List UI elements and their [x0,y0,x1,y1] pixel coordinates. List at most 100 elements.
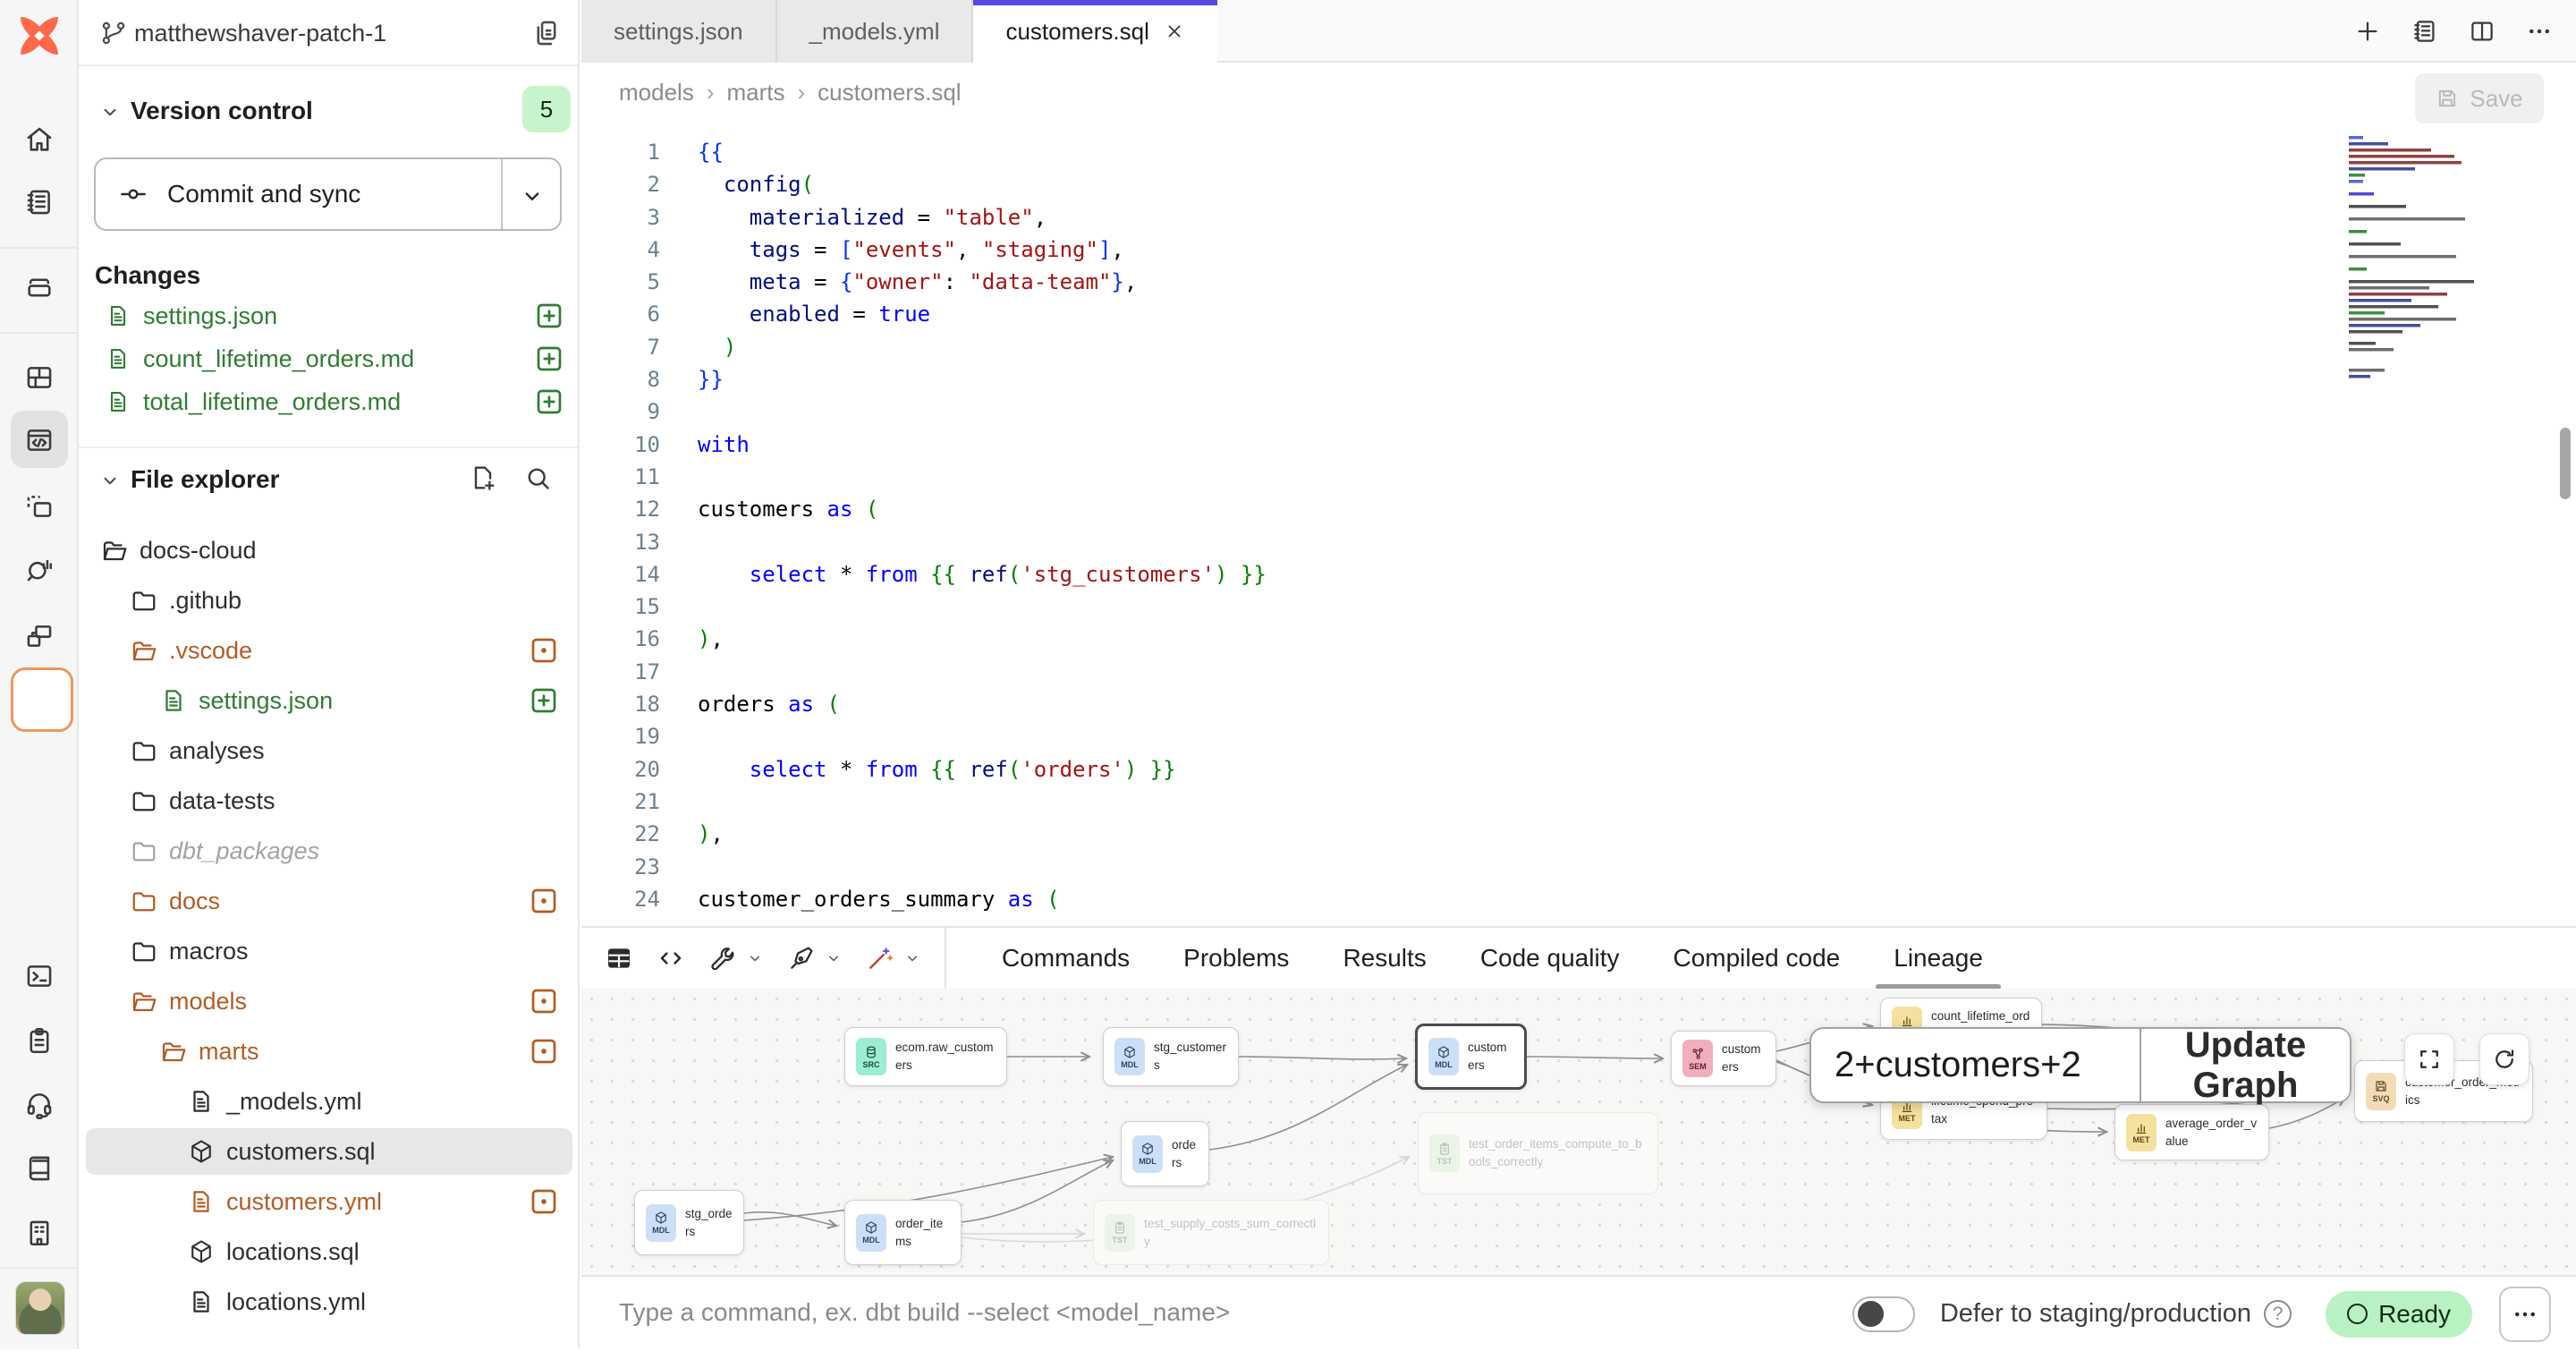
lineage-canvas[interactable]: SRCecom.raw_customers MDLstg_customers MDL… [581,989,2576,1275]
cube-icon [1436,1045,1451,1059]
node-type-label: SRC [862,1060,879,1069]
file-tree-item[interactable]: analyses [86,727,572,774]
editor-tab[interactable]: _models.yml [777,0,974,63]
panel-tab-problems[interactable]: Problems [1157,927,1316,990]
commit-dropdown-chevron-icon[interactable] [519,183,546,209]
save-button[interactable]: Save [2415,73,2544,123]
rail-item-terminal[interactable] [0,945,79,1007]
changed-file-row[interactable]: total_lifetime_orders.md [86,381,572,422]
close-icon[interactable] [1164,21,1185,42]
commit-button-divider [501,159,503,229]
new-file-icon[interactable] [469,463,497,492]
file-list-icon[interactable] [2411,18,2438,45]
panel-tab-lineage[interactable]: Lineage [1867,927,2010,990]
rail-item-insight[interactable] [0,539,79,601]
lineage-node[interactable]: SEMcustomers [1671,1031,1776,1086]
file-tree-item[interactable]: settings.json [86,677,572,724]
new-tab-icon[interactable] [2354,18,2381,45]
breadcrumb-segment[interactable]: customers.sql [818,79,961,106]
chevron-down-icon[interactable] [98,100,122,123]
chevron-down-icon[interactable] [903,949,921,967]
rail-item-tray[interactable] [0,256,79,319]
code-line: orders as ( [698,688,1267,720]
file-tree-item[interactable]: marts [86,1028,572,1075]
code-line: config( [698,168,1267,200]
rail-item-windows[interactable] [0,605,79,667]
more-actions-button[interactable] [2499,1287,2551,1342]
rail-item-home[interactable] [0,108,79,171]
file-tree-item[interactable]: customers.yml [86,1178,572,1225]
breadcrumb-segment[interactable]: marts [727,79,785,106]
commit-and-sync-button[interactable]: Commit and sync [94,157,562,231]
format-icon[interactable] [787,944,816,973]
editor-tab[interactable]: settings.json [581,0,777,63]
rail-item-book[interactable] [0,1137,79,1200]
compile-code-icon[interactable] [657,944,685,973]
defer-toggle[interactable] [1852,1296,1915,1332]
panel-tab-compiled-code[interactable]: Compiled code [1646,927,1867,990]
editor-minimap[interactable] [2343,134,2500,394]
rail-item-notebook[interactable] [0,171,79,234]
chevron-down-icon[interactable] [98,469,122,492]
file-tree-item[interactable]: dbt_packages [86,828,572,874]
split-editor-icon[interactable] [2469,18,2496,45]
changed-file-row[interactable]: settings.json [86,295,572,336]
panel-tab-commands[interactable]: Commands [975,927,1157,990]
build-wrench-icon[interactable] [708,944,737,973]
chevron-down-icon[interactable] [825,949,843,967]
node-name: order_items [895,1215,950,1250]
rail-item-code-window[interactable] [0,409,79,472]
file-tree-item[interactable]: macros [86,928,572,974]
lineage-node[interactable]: METaverage_order_value [2114,1104,2269,1160]
rail-item-grid[interactable] [0,346,79,409]
changed-file-row[interactable]: count_lifetime_orders.md [86,338,572,379]
lineage-node[interactable]: MDLorders [1121,1121,1209,1186]
search-icon[interactable] [524,464,552,492]
rail-item-headset[interactable] [0,1073,79,1135]
lineage-node[interactable]: TSTtest_supply_costs_sum_correctly [1093,1200,1329,1265]
file-tree-item[interactable]: data-tests [86,777,572,824]
help-icon[interactable]: ? [2264,1300,2292,1328]
copilot-wand-icon[interactable] [866,944,894,973]
more-options-icon[interactable] [2526,18,2553,45]
chevron-down-icon[interactable] [746,949,764,967]
panel-tab-code-quality[interactable]: Code quality [1453,927,1647,990]
file-tree-item[interactable]: docs-cloud [86,527,572,574]
lineage-fullscreen-button[interactable] [2404,1033,2454,1085]
lineage-node[interactable]: MDLstg_customers [1103,1027,1239,1086]
file-tree-item[interactable]: locations.sql [86,1228,572,1275]
copy-icon[interactable] [531,18,562,48]
rail-item-atom[interactable] [0,667,79,730]
breadcrumb-row: models›marts›customers.sql Save [581,63,2576,123]
breadcrumb-segment[interactable]: models [619,79,694,106]
file-tree-item[interactable]: models [86,978,572,1024]
lineage-node[interactable]: MDLstg_orders [634,1190,744,1255]
command-input[interactable]: Type a command, ex. dbt build --select <… [619,1298,1230,1327]
panel-tab-results[interactable]: Results [1316,927,1453,990]
lineage-refresh-button[interactable] [2479,1033,2529,1085]
file-tree-label: customers.yml [226,1188,382,1216]
file-tree-item[interactable]: .github [86,577,572,624]
preview-table-icon[interactable] [605,944,633,973]
update-graph-button[interactable]: Update Graph [2141,1029,2350,1101]
file-tree-item[interactable]: .vscode [86,627,572,674]
editor-scrollbar[interactable] [2560,428,2571,499]
lineage-node[interactable]: SRCecom.raw_customers [844,1027,1007,1086]
editor-tab[interactable]: customers.sql [973,0,1216,63]
code-editor[interactable]: 123456789101112131415161718192021222324 … [581,123,2576,926]
rail-item-clipboard[interactable] [0,1009,79,1072]
lineage-node[interactable]: MDLorder_items [844,1200,962,1265]
file-tree-item[interactable]: customers.sql [86,1128,572,1175]
lineage-node[interactable]: TSTtest_order_items_compute_to_bools_cor… [1418,1112,1658,1194]
file-tree-item[interactable]: locations.yml [86,1279,572,1325]
status-badge[interactable]: Ready [2326,1291,2472,1338]
code-content[interactable]: {{ config( materialized = "table", tags … [698,136,1267,915]
lineage-node[interactable]: MDLcustomers [1415,1024,1527,1090]
file-tree-item[interactable]: _models.yml [86,1078,572,1125]
lineage-selector-input[interactable]: 2+customers+2 [1811,1029,2141,1101]
code-line: {{ [698,136,1267,168]
file-tree-item[interactable]: docs [86,878,572,924]
rail-item-building[interactable] [0,1202,79,1264]
rail-item-canvas[interactable] [0,475,79,538]
user-avatar[interactable] [15,1281,65,1335]
